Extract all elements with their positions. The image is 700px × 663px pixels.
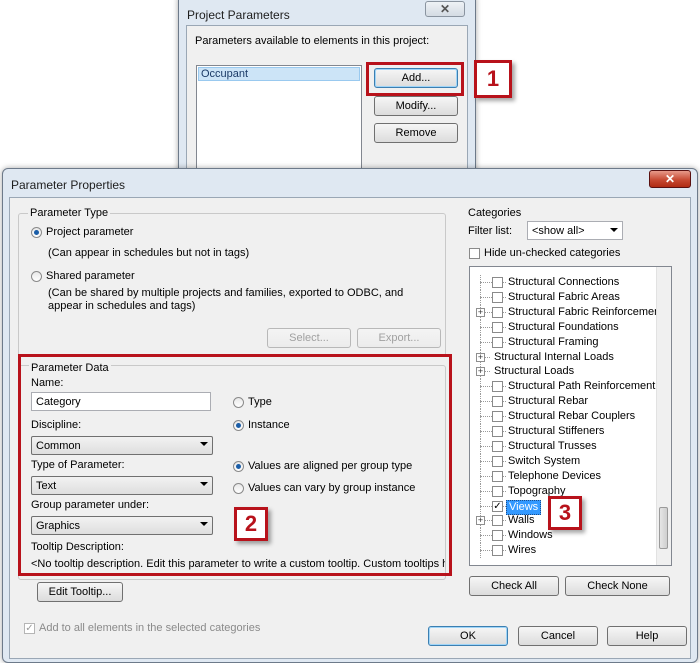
- tree-item-checkbox[interactable]: [492, 470, 503, 482]
- tree-item-checkbox[interactable]: [492, 411, 503, 423]
- close-icon[interactable]: ✕: [425, 1, 465, 17]
- tree-item[interactable]: Windows: [470, 528, 660, 544]
- filter-list-dropdown[interactable]: <show all>: [527, 221, 623, 240]
- tree-item[interactable]: + Structural Loads: [470, 364, 660, 380]
- tree-item[interactable]: Structural Path Reinforcement: [470, 379, 660, 395]
- project-parameters-title: Project Parameters: [187, 8, 290, 22]
- callout-2: 2: [234, 507, 268, 541]
- ok-button[interactable]: OK: [428, 626, 508, 646]
- shared-parameter-note-2: appear in schedules and tags): [48, 300, 196, 312]
- tree-item-label: Telephone Devices: [508, 469, 601, 482]
- remove-button[interactable]: Remove: [374, 123, 458, 143]
- callout-3: 3: [548, 496, 582, 530]
- tree-item-checkbox[interactable]: [492, 381, 503, 393]
- project-parameter-label[interactable]: Project parameter: [46, 226, 133, 239]
- tree-item-checkbox[interactable]: [492, 396, 503, 408]
- tree-item[interactable]: Telephone Devices: [470, 468, 660, 484]
- shared-parameter-note-1: (Can be shared by multiple projects and …: [48, 287, 404, 299]
- tree-item-label: Structural Foundations: [508, 320, 619, 333]
- tree-item-label: Structural Fabric Areas: [508, 290, 620, 303]
- project-parameter-radio[interactable]: [31, 227, 42, 238]
- project-parameter-note: (Can appear in schedules but not in tags…: [48, 247, 250, 259]
- export-button[interactable]: Export...: [357, 328, 441, 348]
- close-icon[interactable]: ✕: [649, 170, 691, 188]
- check-all-button[interactable]: Check All: [469, 576, 559, 596]
- shared-parameter-label[interactable]: Shared parameter: [46, 270, 135, 283]
- tree-item-label: Structural Connections: [508, 276, 620, 288]
- tree-item[interactable]: Structural Rebar Couplers: [470, 409, 660, 425]
- tree-item-checkbox[interactable]: [492, 545, 503, 557]
- parameter-properties-title: Parameter Properties: [11, 178, 126, 192]
- tree-item-checkbox[interactable]: ✓: [492, 500, 503, 512]
- tree-item-label: Structural Internal Loads: [494, 350, 614, 363]
- tree-item-checkbox[interactable]: [492, 277, 503, 288]
- check-none-button[interactable]: Check None: [565, 576, 670, 596]
- cancel-button[interactable]: Cancel: [518, 626, 598, 646]
- tree-item-label: Structural Fabric Reinforcement: [508, 305, 664, 318]
- tree-item-label: Wires: [508, 544, 537, 557]
- tree-item[interactable]: Structural Stiffeners: [470, 424, 660, 439]
- add-button-highlight: [366, 62, 464, 96]
- tree-item-label: Structural Rebar: [508, 395, 589, 408]
- tree-item-checkbox[interactable]: [492, 440, 503, 452]
- chevron-down-icon: [610, 228, 618, 232]
- tree-item-label: Walls: [508, 514, 535, 527]
- tree-item[interactable]: Structural Fabric Areas: [470, 289, 660, 305]
- tree-item-label: Structural Path Reinforcement: [508, 380, 656, 393]
- tree-item[interactable]: Structural Connections: [470, 275, 660, 290]
- hide-unchecked-checkbox[interactable]: [469, 248, 480, 259]
- tree-item-checkbox[interactable]: [492, 530, 503, 542]
- parameter-data-highlight: [18, 354, 452, 576]
- project-parameters-client: Parameters available to elements in this…: [186, 25, 468, 185]
- add-to-all-label[interactable]: Add to all elements in the selected cate…: [39, 622, 260, 635]
- tree-item-checkbox[interactable]: [492, 485, 503, 497]
- tree-item-checkbox[interactable]: [492, 291, 503, 303]
- select-button[interactable]: Select...: [267, 328, 351, 348]
- tree-item-checkbox[interactable]: [492, 515, 503, 527]
- tree-item[interactable]: + Structural Fabric Reinforcement: [470, 304, 664, 320]
- tree-item-label: Structural Loads: [494, 365, 575, 378]
- callout-1: 1: [474, 60, 512, 98]
- parameter-type-label: Parameter Type: [28, 207, 111, 219]
- tree-item-checkbox[interactable]: [492, 306, 503, 318]
- shared-parameter-radio[interactable]: [31, 271, 42, 282]
- parameters-prompt: Parameters available to elements in this…: [195, 35, 430, 47]
- tree-item[interactable]: Wires: [470, 543, 660, 559]
- tree-item-label: Windows: [508, 529, 553, 542]
- tree-item[interactable]: Switch System: [470, 453, 660, 469]
- list-item[interactable]: Occupant: [198, 67, 360, 81]
- edit-tooltip-button[interactable]: Edit Tooltip...: [37, 582, 123, 602]
- tree-item-checkbox[interactable]: [492, 426, 503, 437]
- expand-icon[interactable]: +: [476, 367, 485, 377]
- filter-list-label: Filter list:: [468, 225, 512, 237]
- expand-icon[interactable]: +: [476, 516, 485, 526]
- hide-unchecked-label[interactable]: Hide un-checked categories: [484, 247, 620, 260]
- filter-list-value: <show all>: [532, 225, 585, 237]
- tree-scrollbar[interactable]: [656, 267, 671, 565]
- parameters-listbox[interactable]: Occupant: [196, 65, 362, 185]
- tree-item-label: Switch System: [508, 454, 581, 467]
- tree-item[interactable]: Structural Foundations: [470, 319, 660, 335]
- tree-item[interactable]: + Structural Internal Loads: [470, 349, 660, 365]
- tree-item-label: Views: [506, 499, 542, 515]
- tree-item-label: Structural Framing: [508, 335, 599, 348]
- tree-item[interactable]: Structural Trusses: [470, 438, 660, 454]
- tree-item-label: Structural Rebar Couplers: [508, 410, 636, 423]
- expand-icon[interactable]: +: [476, 352, 485, 362]
- help-button[interactable]: Help: [607, 626, 687, 646]
- tree-item-checkbox[interactable]: [492, 321, 503, 333]
- add-to-all-checkbox[interactable]: ✓: [24, 623, 35, 634]
- modify-button[interactable]: Modify...: [374, 96, 458, 116]
- tree-item-label: Structural Trusses: [508, 439, 597, 452]
- tree-item-label: Structural Stiffeners: [508, 425, 605, 437]
- expand-icon[interactable]: +: [476, 307, 485, 317]
- tree-item[interactable]: Structural Rebar: [470, 394, 660, 410]
- tree-item-checkbox[interactable]: [492, 455, 503, 467]
- categories-label: Categories: [466, 207, 524, 219]
- tree-item[interactable]: Structural Framing: [470, 334, 660, 350]
- tree-item-checkbox[interactable]: [492, 336, 503, 348]
- scrollbar-thumb[interactable]: [659, 507, 668, 549]
